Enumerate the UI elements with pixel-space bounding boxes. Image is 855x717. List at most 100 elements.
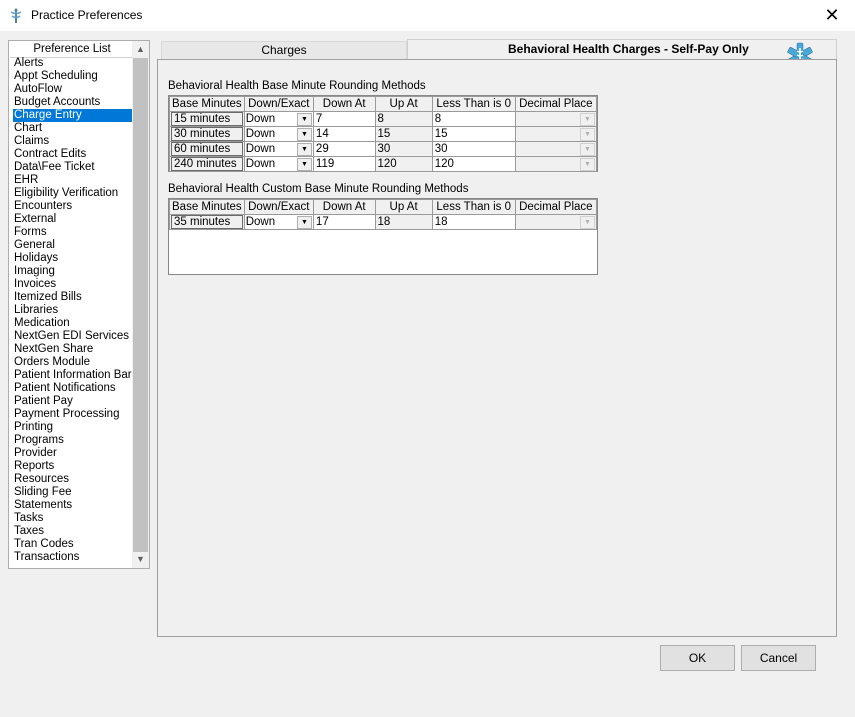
table-row: 30 minutes Down ▼ 14 15 15 ▼ xyxy=(169,126,598,142)
table-row: 35 minutes Down ▼ 17 18 18 ▼ xyxy=(169,214,598,230)
chevron-down-icon: ▼ xyxy=(580,127,595,141)
list-item[interactable]: AutoFlow xyxy=(14,83,138,96)
list-item[interactable]: Chart xyxy=(14,122,138,135)
down-exact-select[interactable]: Down ▼ xyxy=(243,214,314,230)
list-item[interactable]: Tasks xyxy=(14,512,138,525)
less-than-input[interactable]: 30 xyxy=(431,141,516,157)
list-item[interactable]: Alerts xyxy=(14,57,138,70)
base-minutes-cell[interactable]: 240 minutes xyxy=(169,156,245,172)
table-row: 240 minutes Down ▼ 119 120 120 ▼ xyxy=(169,156,598,172)
list-item[interactable]: Budget Accounts xyxy=(14,96,138,109)
down-exact-select[interactable]: Down ▼ xyxy=(243,156,314,172)
list-item[interactable]: External xyxy=(14,213,138,226)
list-item[interactable]: Imaging xyxy=(14,265,138,278)
close-icon[interactable]: ✕ xyxy=(809,0,855,31)
down-exact-value: Down xyxy=(245,113,276,125)
column-header: Base Minutes xyxy=(169,96,245,112)
down-exact-select[interactable]: Down ▼ xyxy=(243,111,314,127)
list-item[interactable]: Transactions xyxy=(14,551,138,564)
list-item[interactable]: Itemized Bills xyxy=(14,291,138,304)
down-exact-select[interactable]: Down ▼ xyxy=(243,141,314,157)
base-rounding-grid: Base Minutes Down/Exact Down At Up At Less T… xyxy=(168,95,598,172)
list-item[interactable]: Patient Notifications xyxy=(14,382,138,395)
list-item[interactable]: Programs xyxy=(14,434,138,447)
up-at-value: 8 xyxy=(374,111,433,127)
base-minutes-value: 15 minutes xyxy=(171,112,243,126)
chevron-down-icon: ▼ xyxy=(580,112,595,126)
column-header: Decimal Place xyxy=(514,96,598,112)
chevron-down-icon[interactable]: ▼ xyxy=(296,215,312,229)
list-item[interactable]: Reports xyxy=(14,460,138,473)
down-exact-value: Down xyxy=(245,216,276,228)
cancel-button[interactable]: Cancel xyxy=(741,645,816,671)
chevron-down-icon[interactable]: ▼ xyxy=(296,142,312,156)
down-exact-value: Down xyxy=(245,128,276,140)
less-than-input[interactable]: 8 xyxy=(431,111,516,127)
list-item[interactable]: Libraries xyxy=(14,304,138,317)
list-item[interactable]: Sliding Fee xyxy=(14,486,138,499)
up-at-value: 120 xyxy=(374,156,433,172)
list-item[interactable]: Resources xyxy=(14,473,138,486)
preference-list-scrollbar[interactable]: ▲ ▼ xyxy=(132,41,149,568)
base-minutes-value: 240 minutes xyxy=(171,157,243,171)
list-item[interactable]: Taxes xyxy=(14,525,138,538)
down-exact-value: Down xyxy=(245,158,276,170)
down-at-input[interactable]: 17 xyxy=(312,214,376,230)
list-item[interactable]: Contract Edits xyxy=(14,148,138,161)
list-item[interactable]: Patient Pay xyxy=(14,395,138,408)
list-item[interactable]: EHR xyxy=(14,174,138,187)
scrollbar-thumb[interactable] xyxy=(133,58,148,552)
base-minutes-cell[interactable]: 35 minutes xyxy=(169,214,245,230)
list-item[interactable]: Tran Codes xyxy=(14,538,138,551)
down-at-input[interactable]: 14 xyxy=(312,126,376,142)
list-item[interactable]: Eligibility Verification xyxy=(14,187,138,200)
tab-title: Behavioral Health Charges - Self-Pay Onl… xyxy=(508,42,749,56)
list-item[interactable]: Holidays xyxy=(14,252,138,265)
table-row: 15 minutes Down ▼ 7 8 8 ▼ xyxy=(169,111,598,127)
preference-list[interactable]: Preference List Alerts Appt Scheduling Aut… xyxy=(8,40,150,569)
column-header: Base Minutes xyxy=(169,199,245,215)
down-at-input[interactable]: 7 xyxy=(312,111,376,127)
list-item[interactable]: NextGen EDI Services xyxy=(14,330,138,343)
list-item[interactable]: Medication xyxy=(14,317,138,330)
title-bar: Practice Preferences ✕ xyxy=(0,0,855,31)
list-item[interactable]: Printing xyxy=(14,421,138,434)
list-item[interactable]: Claims xyxy=(14,135,138,148)
base-minutes-cell[interactable]: 30 minutes xyxy=(169,126,245,142)
column-header: Up At xyxy=(374,96,433,112)
chevron-down-icon[interactable]: ▼ xyxy=(296,127,312,141)
decimal-place-select: ▼ xyxy=(514,214,598,230)
decimal-place-select: ▼ xyxy=(514,126,598,142)
less-than-input[interactable]: 18 xyxy=(431,214,516,230)
base-minutes-value: 35 minutes xyxy=(171,215,243,229)
ok-button[interactable]: OK xyxy=(660,645,735,671)
down-at-input[interactable]: 29 xyxy=(312,141,376,157)
list-item[interactable]: Statements xyxy=(14,499,138,512)
less-than-input[interactable]: 15 xyxy=(431,126,516,142)
list-item[interactable]: Charge Entry xyxy=(13,109,134,122)
chevron-up-icon[interactable]: ▲ xyxy=(132,41,149,58)
list-item[interactable]: Orders Module xyxy=(14,356,138,369)
list-item[interactable]: Forms xyxy=(14,226,138,239)
down-exact-select[interactable]: Down ▼ xyxy=(243,126,314,142)
down-at-input[interactable]: 119 xyxy=(312,156,376,172)
list-item[interactable]: Payment Processing xyxy=(14,408,138,421)
list-item[interactable]: NextGen Share xyxy=(14,343,138,356)
chevron-down-icon[interactable]: ▼ xyxy=(296,157,312,171)
list-item[interactable]: Appt Scheduling xyxy=(14,70,138,83)
column-header: Less Than is 0 xyxy=(431,199,516,215)
list-item[interactable]: Invoices xyxy=(14,278,138,291)
chevron-down-icon[interactable]: ▼ xyxy=(296,112,312,126)
chevron-down-icon[interactable]: ▼ xyxy=(132,551,149,568)
list-item[interactable]: Provider xyxy=(14,447,138,460)
list-item[interactable]: General xyxy=(14,239,138,252)
decimal-place-select: ▼ xyxy=(514,141,598,157)
list-item[interactable]: Patient Information Bar xyxy=(14,369,138,382)
list-item[interactable]: Encounters xyxy=(14,200,138,213)
less-than-input[interactable]: 120 xyxy=(431,156,516,172)
chevron-down-icon: ▼ xyxy=(580,157,595,171)
tab-charges[interactable]: Charges xyxy=(161,41,407,59)
base-minutes-cell[interactable]: 60 minutes xyxy=(169,141,245,157)
list-item[interactable]: Data\Fee Ticket xyxy=(14,161,138,174)
base-minutes-cell[interactable]: 15 minutes xyxy=(169,111,245,127)
